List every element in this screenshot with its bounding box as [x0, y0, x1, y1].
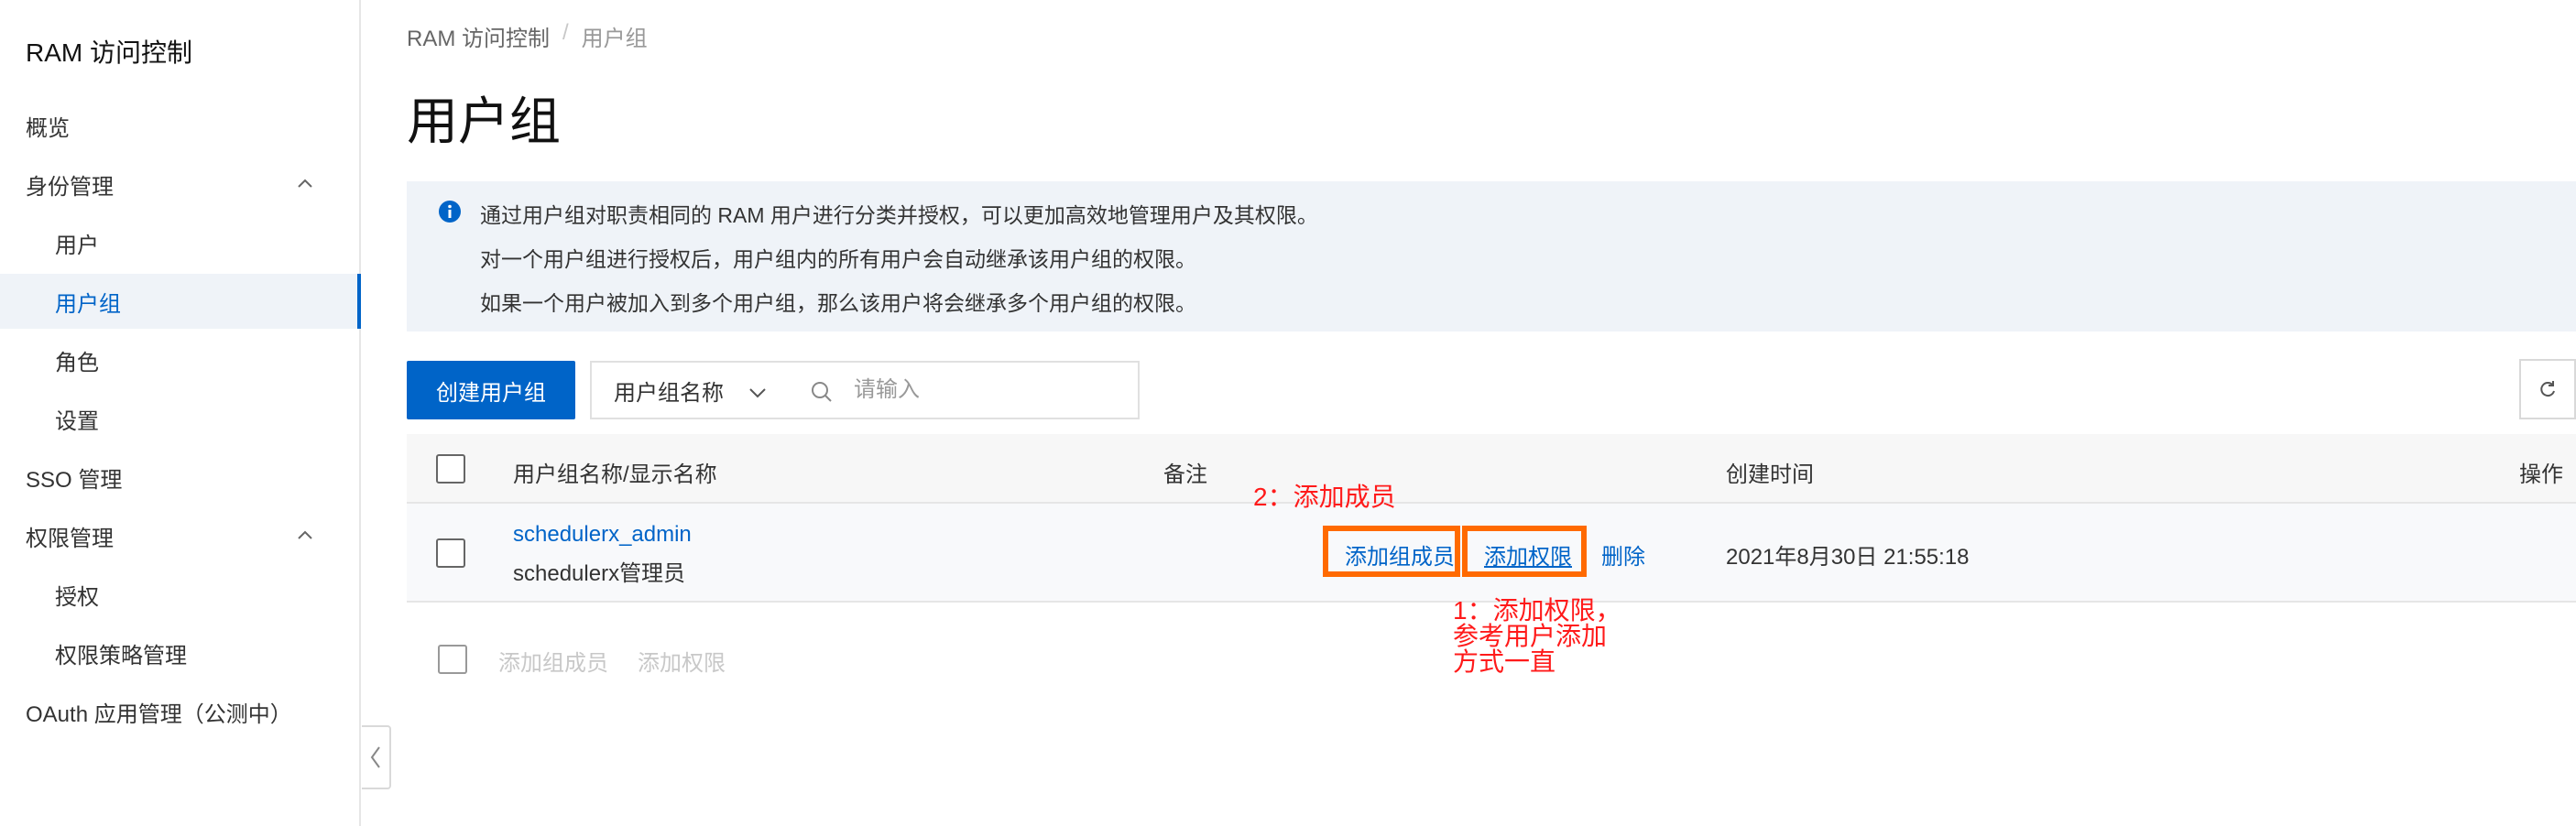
breadcrumb: RAM 访问控制 / 用户组	[407, 20, 648, 52]
sidebar-item-oauth[interactable]: OAuth 应用管理（公测中）	[0, 684, 359, 739]
refresh-icon	[2540, 381, 2555, 397]
sidebar-item-overview[interactable]: 概览	[0, 98, 359, 153]
column-header-name: 用户组名称/显示名称	[513, 462, 717, 487]
sidebar-title: RAM 访问控制	[26, 38, 193, 67]
page-title: 用户组	[407, 92, 561, 150]
sidebar-group-identity[interactable]: 身份管理	[0, 157, 359, 212]
column-header-remark: 备注	[1163, 462, 1207, 487]
sidebar-item-roles[interactable]: 角色	[0, 332, 359, 387]
sidebar-item-label: 概览	[26, 115, 70, 141]
delete-link[interactable]: 删除	[1601, 538, 1645, 571]
info-box: 通过用户组对职责相同的 RAM 用户进行分类并授权，可以更加高效地管理用户及其权…	[407, 181, 2576, 331]
filter-field-value: 用户组名称	[614, 380, 724, 406]
main-content: RAM 访问控制 / 用户组 用户组 通过用户组对职责相同的 RAM 用户进行分…	[407, 0, 2576, 826]
batch-actions-bar: 添加组成员 添加权限	[407, 630, 1140, 689]
chevron-up-icon	[298, 530, 312, 539]
sidebar-item-label: 身份管理	[26, 174, 114, 200]
batch-add-permissions[interactable]: 添加权限	[638, 645, 726, 677]
annotation-step2: 2：添加成员	[1253, 483, 1396, 511]
sidebar-collapse-button[interactable]	[362, 725, 391, 789]
sidebar-group-permissions[interactable]: 权限管理	[0, 508, 359, 563]
search-icon	[812, 382, 832, 402]
sidebar-item-policies[interactable]: 权限策略管理	[0, 625, 359, 680]
info-text-line: 如果一个用户被加入到多个用户组，那么该用户将会继承多个用户组的权限。	[480, 291, 1196, 315]
annotation-step1-line2: 参考用户添加	[1453, 622, 1608, 650]
highlight-add-members	[1323, 526, 1460, 577]
sidebar-item-grants[interactable]: 授权	[0, 567, 359, 622]
sidebar-item-label: 用户	[55, 233, 99, 258]
sidebar-item-label: SSO 管理	[26, 467, 123, 493]
sidebar-item-label: 授权	[55, 584, 99, 610]
sidebar-item-settings[interactable]: 设置	[0, 391, 359, 446]
info-icon	[439, 201, 461, 223]
sidebar-item-label: 设置	[55, 408, 99, 434]
group-display-name: schedulerx管理员	[513, 561, 686, 586]
sidebar-item-users[interactable]: 用户	[0, 215, 359, 270]
row-checkbox[interactable]	[436, 538, 465, 568]
breadcrumb-separator: /	[562, 20, 569, 45]
select-all-checkbox[interactable]	[436, 454, 465, 484]
breadcrumb-root[interactable]: RAM 访问控制	[407, 20, 550, 52]
sidebar: RAM 访问控制 概览 身份管理 用户 用户组 角色 设置 SSO 管理 权限管…	[0, 0, 361, 826]
batch-select-checkbox[interactable]	[438, 645, 467, 674]
breadcrumb-current: 用户组	[581, 27, 648, 51]
annotation-step1-line1: 1：添加权限，	[1453, 596, 1621, 625]
filter-field-select[interactable]: 用户组名称	[590, 361, 786, 419]
search-input[interactable]	[852, 372, 1118, 408]
refresh-button[interactable]	[2519, 359, 2576, 419]
highlight-add-permissions	[1462, 526, 1587, 577]
search-box	[784, 361, 1140, 419]
table-header: 用户组名称/显示名称 备注 创建时间 操作	[407, 434, 2576, 504]
created-time: 2021年8月30日 21:55:18	[1726, 545, 1970, 570]
sidebar-item-label: 角色	[55, 350, 99, 375]
sidebar-item-label: OAuth 应用管理（公测中）	[26, 701, 292, 727]
sidebar-item-user-groups[interactable]: 用户组	[0, 274, 361, 329]
info-text-line: 通过用户组对职责相同的 RAM 用户进行分类并授权，可以更加高效地管理用户及其权…	[480, 203, 1318, 227]
create-user-group-button[interactable]: 创建用户组	[407, 361, 575, 419]
chevron-left-icon	[370, 746, 380, 768]
chevron-up-icon	[298, 179, 312, 188]
group-name-link[interactable]: schedulerx_admin	[513, 522, 692, 548]
sidebar-item-label: 权限管理	[26, 526, 114, 551]
sidebar-item-label: 用户组	[55, 291, 121, 317]
sidebar-item-label: 权限策略管理	[55, 643, 187, 668]
sidebar-item-sso[interactable]: SSO 管理	[0, 450, 359, 505]
column-header-created: 创建时间	[1726, 462, 1814, 487]
annotation-step1-line3: 方式一直	[1453, 647, 1556, 676]
info-text-line: 对一个用户组进行授权后，用户组内的所有用户会自动继承该用户组的权限。	[480, 247, 1196, 271]
column-header-actions: 操作	[2519, 462, 2563, 487]
batch-add-members[interactable]: 添加组成员	[498, 645, 608, 677]
chevron-down-icon	[749, 388, 766, 398]
